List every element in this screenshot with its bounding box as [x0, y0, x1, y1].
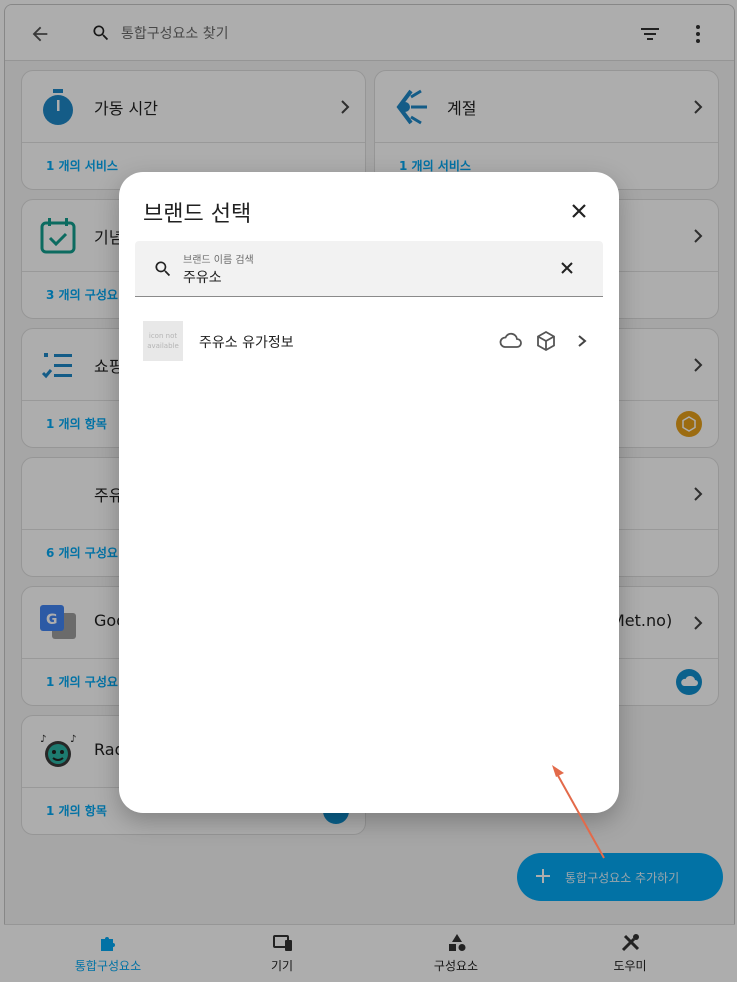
search-field-label: 브랜드 이름 검색 — [183, 255, 254, 266]
close-icon[interactable] — [569, 201, 589, 221]
search-input[interactable]: 주유소 — [183, 267, 222, 287]
brand-result-item[interactable]: icon not available 주유소 유가정보 — [135, 317, 603, 365]
package-icon — [537, 330, 555, 352]
clear-icon[interactable] — [559, 260, 575, 276]
search-icon — [155, 261, 171, 277]
dialog-title: 브랜드 선택 — [143, 202, 252, 227]
brand-select-dialog: 브랜드 선택 브랜드 이름 검색 주유소 icon not available … — [119, 172, 619, 813]
brand-thumbnail: icon not available — [143, 321, 183, 361]
chevron-right-icon — [578, 335, 587, 347]
cloud-icon — [499, 332, 522, 348]
brand-search-field[interactable]: 브랜드 이름 검색 주유소 — [135, 241, 603, 297]
brand-result-name: 주유소 유가정보 — [199, 335, 294, 351]
